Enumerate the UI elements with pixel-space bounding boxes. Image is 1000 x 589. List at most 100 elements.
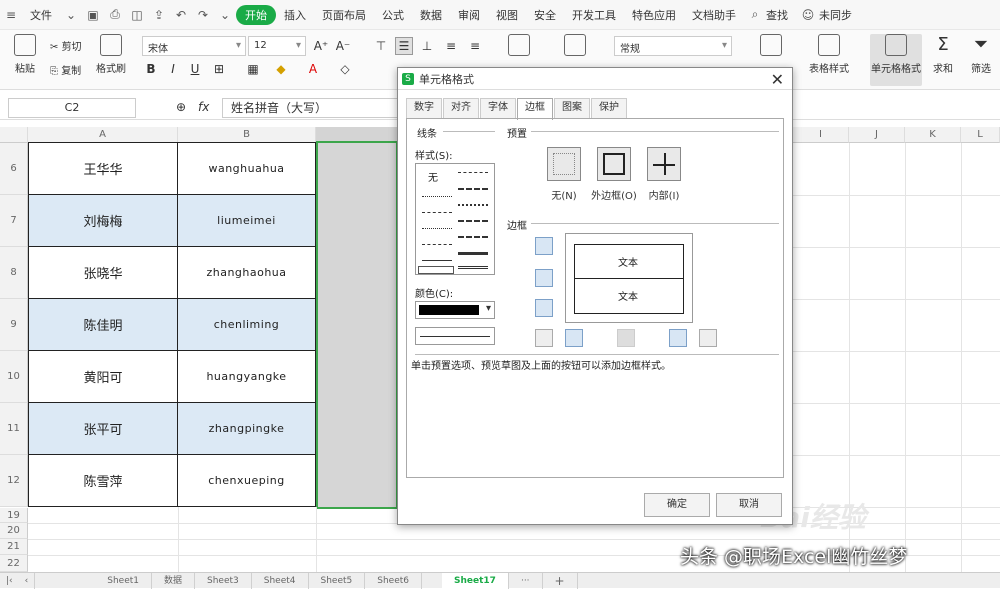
fill-color-icon[interactable]: ◆ xyxy=(272,60,290,78)
cut-button[interactable]: ✂ 剪切 xyxy=(50,38,82,53)
tab-special[interactable]: 特色应用 xyxy=(624,7,684,23)
more-sheets-button[interactable]: ··· xyxy=(509,572,543,589)
first-sheet-icon[interactable]: |‹ xyxy=(0,573,19,589)
eraser-icon[interactable]: ◇ xyxy=(336,60,354,78)
tab-protection[interactable]: 保护 xyxy=(591,98,627,118)
export-icon[interactable]: ⇪ xyxy=(151,7,167,23)
tab-developer[interactable]: 开发工具 xyxy=(564,7,624,23)
border-right-button[interactable] xyxy=(669,329,687,347)
align-top-icon[interactable]: ⊤ xyxy=(372,37,390,55)
user-icon[interactable]: ☺ xyxy=(800,7,816,23)
wrap-button[interactable] xyxy=(556,34,594,60)
prev-sheet-icon[interactable]: ‹ xyxy=(19,572,36,589)
chevron-down-icon[interactable]: ⌄ xyxy=(63,7,79,23)
font-shrink-icon[interactable]: A⁻ xyxy=(334,37,352,55)
font-grow-icon[interactable]: A⁺ xyxy=(312,37,330,55)
table-style-button[interactable]: 表格样式 xyxy=(800,34,858,75)
line-style-option[interactable] xyxy=(458,220,488,222)
undo-icon[interactable]: ↶ xyxy=(173,7,189,23)
font-size-select[interactable]: 12 xyxy=(248,36,306,56)
redo-icon[interactable]: ↷ xyxy=(195,7,211,23)
line-style-none[interactable]: 无 xyxy=(428,169,438,184)
column-header-b[interactable]: B xyxy=(178,127,316,143)
tab-data[interactable]: 数据 xyxy=(412,7,450,23)
line-color-select[interactable]: ▾ xyxy=(415,301,495,319)
tab-alignment[interactable]: 对齐 xyxy=(443,98,479,118)
copy-button[interactable]: ⎘ 复制 xyxy=(50,62,81,77)
sync-status[interactable]: 未同步 xyxy=(819,7,860,23)
tab-insert[interactable]: 插入 xyxy=(276,7,314,23)
line-style-option[interactable] xyxy=(458,188,488,190)
merge-button[interactable] xyxy=(500,34,538,60)
line-style-list[interactable]: 无 xyxy=(415,163,495,275)
row-header[interactable]: 21 xyxy=(0,539,28,555)
border-top-button[interactable] xyxy=(535,237,553,255)
align-center-icon[interactable]: ≡ xyxy=(466,37,484,55)
name-cell[interactable]: 刘梅梅 xyxy=(28,195,178,247)
column-header-l[interactable]: L xyxy=(961,127,1000,143)
border-diag-up-button[interactable] xyxy=(535,329,553,347)
tab-font[interactable]: 字体 xyxy=(480,98,516,118)
zoom-icon[interactable]: ⊕ xyxy=(176,100,186,114)
close-icon[interactable]: ✕ xyxy=(771,70,784,89)
pinyin-cell[interactable]: zhanghaohua xyxy=(178,247,316,299)
row-header[interactable]: 12 xyxy=(0,455,28,507)
pinyin-cell[interactable]: chenxueping xyxy=(178,455,316,507)
name-cell[interactable]: 陈佳明 xyxy=(28,299,178,351)
column-header-k[interactable]: K xyxy=(905,127,961,143)
bold-button[interactable]: B xyxy=(142,60,160,78)
align-bottom-icon[interactable]: ⊥ xyxy=(418,37,436,55)
sheet-tab[interactable]: 数据 xyxy=(152,572,196,589)
file-menu[interactable]: 文件 xyxy=(22,7,60,23)
sum-button[interactable]: Σ 求和 xyxy=(924,34,962,75)
name-cell[interactable]: 张晓华 xyxy=(28,247,178,299)
preset-none-button[interactable] xyxy=(547,147,581,181)
tab-review[interactable]: 审阅 xyxy=(450,7,488,23)
tab-doc-helper[interactable]: 文档助手 xyxy=(684,7,744,23)
ok-button[interactable]: 确定 xyxy=(644,493,710,517)
font-name-select[interactable]: 宋体 xyxy=(142,36,246,56)
line-style-option[interactable] xyxy=(458,252,488,255)
menu-icon[interactable]: ≡ xyxy=(3,7,19,23)
underline-button[interactable]: U xyxy=(186,60,204,78)
border-left-button[interactable] xyxy=(565,329,583,347)
search-icon[interactable]: ⌕ xyxy=(747,7,763,23)
search-label[interactable]: 查找 xyxy=(766,7,796,23)
line-style-option[interactable] xyxy=(458,204,488,206)
filter-button[interactable]: ⏷ 筛选 xyxy=(962,34,1000,75)
add-sheet-button[interactable]: + xyxy=(543,572,578,589)
sheet-tab[interactable]: Sheet6 xyxy=(365,572,423,589)
pinyin-cell[interactable]: wanghuahua xyxy=(178,143,316,195)
column-header-a[interactable]: A xyxy=(28,127,178,143)
name-cell[interactable]: 王华华 xyxy=(28,143,178,195)
line-style-option[interactable] xyxy=(422,212,452,213)
name-cell[interactable]: 陈雪萍 xyxy=(28,455,178,507)
tab-formula[interactable]: 公式 xyxy=(374,7,412,23)
border-center-button[interactable] xyxy=(617,329,635,347)
tab-number[interactable]: 数字 xyxy=(406,98,442,118)
line-style-option[interactable] xyxy=(458,266,488,269)
line-style-option[interactable] xyxy=(422,244,452,245)
row-header[interactable]: 9 xyxy=(0,299,28,351)
line-style-option[interactable] xyxy=(422,228,452,229)
align-middle-icon[interactable]: ☰ xyxy=(395,37,413,55)
name-box[interactable]: C2 xyxy=(8,98,136,118)
conditional-format-button[interactable] xyxy=(752,34,790,60)
border-preview[interactable]: 文本 文本 xyxy=(565,233,693,323)
tab-border[interactable]: 边框 xyxy=(517,98,553,120)
tab-pattern[interactable]: 图案 xyxy=(554,98,590,118)
tab-home[interactable]: 开始 xyxy=(236,4,276,25)
sheet-tab[interactable]: Sheet5 xyxy=(309,572,366,589)
tab-page-layout[interactable]: 页面布局 xyxy=(314,7,374,23)
row-header[interactable]: 8 xyxy=(0,247,28,299)
format-painter-button[interactable]: 格式刷 xyxy=(92,34,130,75)
tab-security[interactable]: 安全 xyxy=(526,7,564,23)
print-icon[interactable]: ⎙ xyxy=(107,7,123,23)
pinyin-cell[interactable]: zhangpingke xyxy=(178,403,316,455)
line-style-option[interactable] xyxy=(458,236,488,238)
row-header[interactable]: 20 xyxy=(0,523,28,539)
row-header[interactable]: 7 xyxy=(0,195,28,247)
row-header[interactable]: 11 xyxy=(0,403,28,455)
align-left-icon[interactable]: ≡ xyxy=(442,37,460,55)
border-diag-down-button[interactable] xyxy=(699,329,717,347)
